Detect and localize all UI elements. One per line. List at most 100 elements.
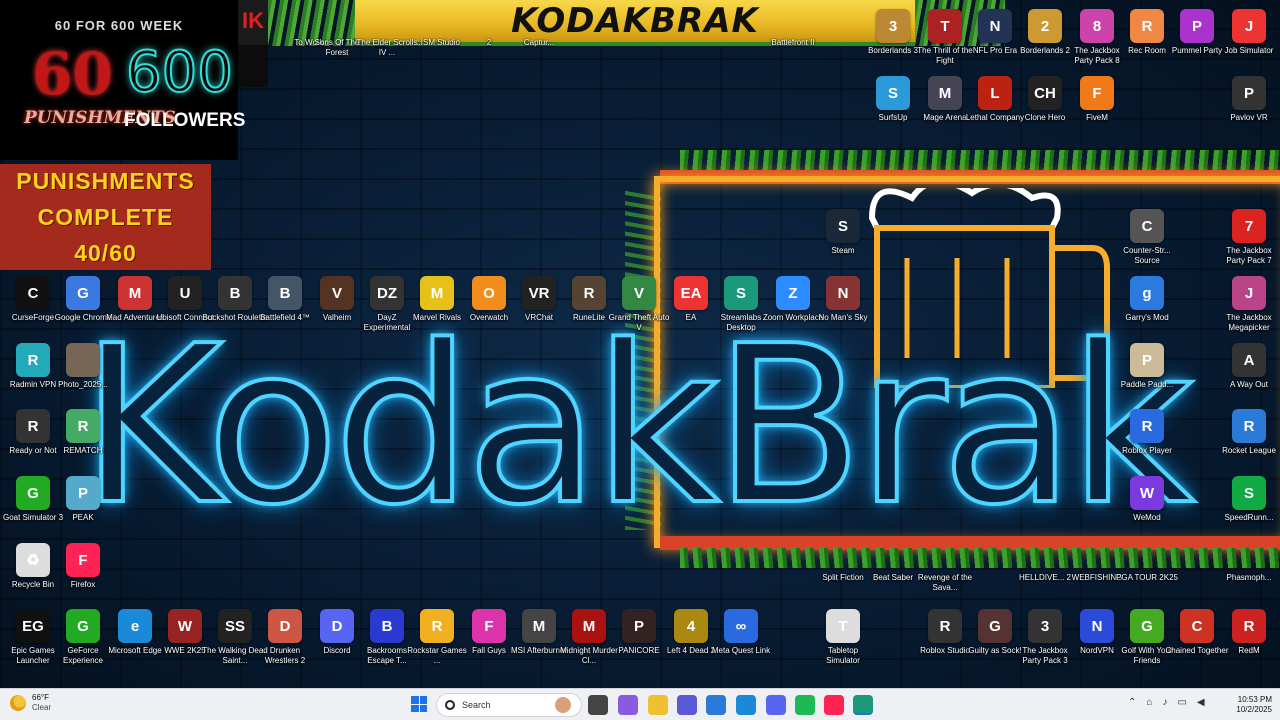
desktop-icon-speedrunn[interactable]: S SpeedRunn...	[1216, 471, 1280, 535]
desktop-icon-label: A Way Out	[1230, 380, 1268, 389]
moon-weather-icon	[10, 695, 26, 711]
taskbar: 66°F Clear Search ⌃ ⌂ ♪ ▭ ◀ 10:53 PM 10/…	[0, 688, 1280, 720]
desktop-icon-job-simulator[interactable]: J Job Simulator	[1216, 4, 1280, 68]
weather-widget[interactable]: 66°F Clear	[10, 693, 51, 713]
app-icon: 3	[1028, 609, 1062, 643]
app-icon: 8	[1080, 9, 1114, 43]
desktop-icon-photo-2025[interactable]: Photo_2025...	[50, 338, 116, 402]
desktop-icon-the-jackbox-party-pack-7[interactable]: 7 The Jackbox Party Pack 7	[1216, 204, 1280, 268]
taskbar-streamlabs-icon[interactable]	[853, 695, 873, 715]
display-icon[interactable]: ▭	[1177, 697, 1186, 708]
app-icon: VR	[522, 276, 556, 310]
app-icon: L	[978, 76, 1012, 110]
taskbar-search[interactable]: Search	[436, 693, 582, 717]
app-icon: D	[268, 609, 302, 643]
taskbar-copilot-icon[interactable]	[618, 695, 638, 715]
app-icon: J	[1232, 9, 1266, 43]
weather-temperature: 66°F	[32, 693, 49, 702]
app-icon: CH	[1028, 76, 1062, 110]
app-icon: 2	[1028, 9, 1062, 43]
desktop-icon-label: Paddle Padd...	[1120, 380, 1174, 389]
search-icon	[445, 700, 455, 710]
desktop-icon-wemod[interactable]: W WeMod	[1114, 471, 1180, 535]
app-icon: W	[168, 609, 202, 643]
app-icon: P	[1130, 343, 1164, 377]
taskbar-firefox-icon[interactable]	[824, 695, 844, 715]
app-icon: P	[1232, 76, 1266, 110]
taskbar-file-explorer-icon[interactable]	[648, 695, 668, 715]
app-icon: M	[118, 276, 152, 310]
app-icon: S	[1232, 476, 1266, 510]
desktop-icon-counter-str-source[interactable]: C Counter-Str... Source	[1114, 204, 1180, 268]
app-icon: N	[978, 9, 1012, 43]
desktop-icon-peak[interactable]: P PEAK	[50, 471, 116, 535]
app-icon: B	[370, 609, 404, 643]
overlay-dark-strip	[238, 45, 268, 87]
network-icon[interactable]: ⌂	[1146, 697, 1152, 708]
overlay-strip: IK	[238, 0, 268, 45]
taskbar-store-icon[interactable]	[706, 695, 726, 715]
app-icon: C	[1130, 209, 1164, 243]
desktop-icon-label: Captur...	[523, 38, 555, 47]
desktop-icon-label: Rocket League	[1222, 446, 1276, 455]
desktop-icon-label: Meta Quest Link	[711, 646, 771, 655]
app-icon: M	[928, 76, 962, 110]
app-icon: T	[826, 609, 860, 643]
app-icon: EG	[16, 609, 50, 643]
desktop-icon-the-jackbox-megapicker[interactable]: J The Jackbox Megapicker	[1216, 271, 1280, 335]
punishments-count: 40/60	[74, 240, 137, 266]
desktop-icon-revenge-of-the-sava[interactable]: Revenge of the Sava...	[912, 538, 978, 602]
taskbar-edge-icon[interactable]	[736, 695, 756, 715]
app-icon: 4	[674, 609, 708, 643]
app-icon: G	[66, 609, 100, 643]
desktop-icon-tabletop-simulator[interactable]: T Tabletop Simulator	[810, 604, 876, 668]
punishments-line2: COMPLETE	[37, 204, 174, 230]
app-icon	[66, 343, 100, 377]
desktop-icon-label: Battlefront II	[771, 38, 815, 47]
app-icon: G	[1130, 609, 1164, 643]
taskbar-task-view-icon[interactable]	[588, 695, 608, 715]
desktop-icon-battlefront-ii[interactable]: Battlefront II	[760, 3, 826, 67]
desktop-icon-garry-s-mod[interactable]: g Garry's Mod	[1114, 271, 1180, 335]
app-icon: U	[168, 276, 202, 310]
app-icon: P	[622, 609, 656, 643]
desktop-icon-no-man-s-sky[interactable]: N No Man's Sky	[810, 271, 876, 335]
desktop-icon-firefox[interactable]: F Firefox	[50, 538, 116, 602]
desktop-icon-rocket-league[interactable]: R Rocket League	[1216, 404, 1280, 468]
desktop-icon-rematch[interactable]: R REMATCH	[50, 404, 116, 468]
desktop-icon-pavlov-vr[interactable]: P Pavlov VR	[1216, 71, 1280, 135]
app-icon: R	[1130, 409, 1164, 443]
taskbar-discord-icon[interactable]	[766, 695, 786, 715]
desktop[interactable]: KODAKBRAK KodakBrak 60 FOR 600 WEEK 60 6…	[0, 0, 1280, 688]
app-icon: R	[1130, 9, 1164, 43]
windows-start-button[interactable]	[411, 696, 427, 712]
desktop-icon-roblox-player[interactable]: R Roblox Player	[1114, 404, 1180, 468]
app-icon: F	[472, 609, 506, 643]
volume-icon[interactable]: ◀	[1197, 697, 1205, 708]
desktop-icon-pga-tour-2k25[interactable]: PGA TOUR 2K25	[1114, 538, 1180, 602]
desktop-icon-label: RedM	[1238, 646, 1260, 655]
app-icon: G	[978, 609, 1012, 643]
taskbar-spotify-icon[interactable]	[795, 695, 815, 715]
desktop-icon-paddle-padd[interactable]: P Paddle Padd...	[1114, 338, 1180, 402]
app-icon: EA	[674, 276, 708, 310]
app-icon: Z	[776, 276, 810, 310]
desktop-icon-captur[interactable]: Captur...	[506, 3, 572, 67]
desktop-icon-a-way-out[interactable]: A A Way Out	[1216, 338, 1280, 402]
desktop-icon-steam[interactable]: S Steam	[810, 204, 876, 268]
clock[interactable]: 10:53 PM 10/2/2025	[1226, 695, 1272, 715]
desktop-icon-phasmoph[interactable]: Phasmoph...	[1216, 538, 1280, 602]
desktop-icon-label: Tabletop Simulator	[826, 646, 860, 665]
app-icon: S	[724, 276, 758, 310]
app-icon: ♻	[16, 543, 50, 577]
microphone-icon[interactable]: ♪	[1162, 697, 1167, 708]
desktop-icon-label: Firefox	[70, 580, 96, 589]
desktop-icon-redm[interactable]: R RedM	[1216, 604, 1280, 668]
app-icon: SS	[218, 609, 252, 643]
taskbar-teams-icon[interactable]	[677, 695, 697, 715]
chevron-up-icon[interactable]: ⌃	[1128, 697, 1136, 708]
desktop-icon-fivem[interactable]: F FiveM	[1064, 71, 1130, 135]
desktop-icon-meta-quest-link[interactable]: ∞ Meta Quest Link	[708, 604, 774, 668]
app-icon: M	[522, 609, 556, 643]
app-icon: W	[1130, 476, 1164, 510]
